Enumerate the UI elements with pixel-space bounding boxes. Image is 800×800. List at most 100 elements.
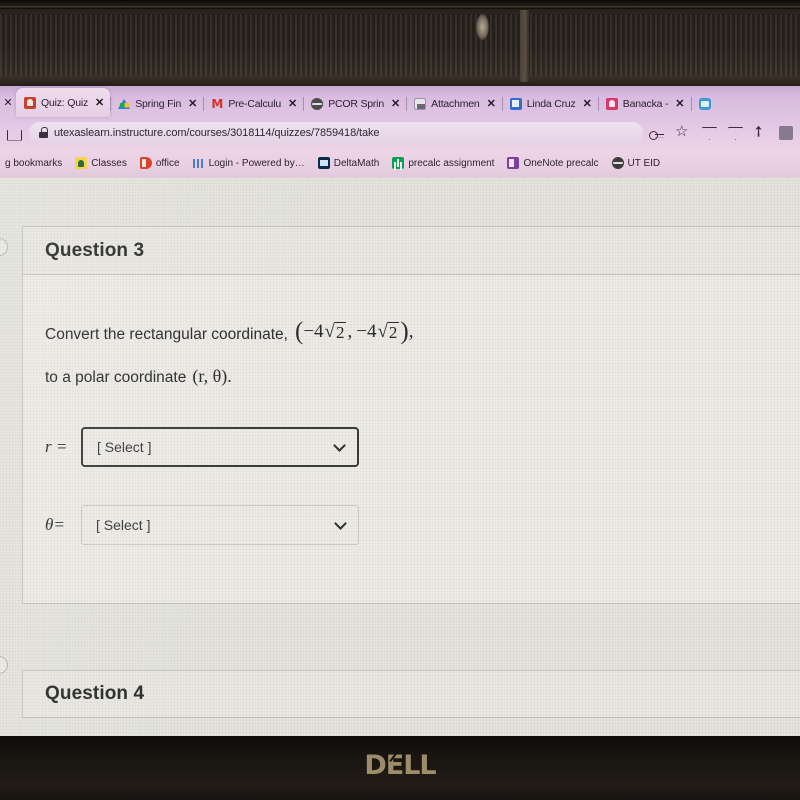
- offscreen-tab-close-icon[interactable]: ✕: [0, 89, 16, 117]
- canvas-icon: [24, 96, 36, 109]
- bezel-divider: [520, 10, 529, 82]
- microsoft-office-icon: [139, 157, 152, 169]
- radical-icon: √: [324, 321, 335, 342]
- gmail-icon: M: [211, 96, 224, 111]
- blue-doc-icon: [509, 97, 522, 110]
- tab-attachment[interactable]: Attachmen ✕: [406, 90, 502, 117]
- keyboard-texture: [0, 14, 800, 76]
- theta-select[interactable]: [ Select ]: [81, 505, 359, 545]
- bookmark-label: Login - Powered by…: [208, 157, 305, 169]
- close-icon[interactable]: ✕: [583, 97, 592, 110]
- y-coefficient: 4: [366, 321, 377, 342]
- prompt-text: Convert the rectangular coordinate,: [45, 326, 288, 343]
- tab-label: Banacka -: [622, 97, 669, 110]
- tab-divider: [203, 97, 205, 111]
- x-radicand: 2: [334, 322, 347, 342]
- teal-app-icon: [698, 97, 711, 110]
- shield-icon[interactable]: [701, 125, 716, 140]
- theta-select-value: [ Select ]: [96, 517, 151, 533]
- coordinate-comma: ,: [347, 321, 353, 342]
- y-radicand: 2: [387, 322, 400, 342]
- question-header: Question 3: [23, 227, 800, 275]
- laptop-top-bezel: [0, 0, 800, 86]
- tab-spring-final[interactable]: Spring Fin ✕: [110, 90, 203, 117]
- home-icon[interactable]: [5, 124, 23, 142]
- bookmark-deltamath[interactable]: DeltaMath: [315, 157, 383, 169]
- question-card-4: Question 4: [22, 670, 800, 718]
- close-icon[interactable]: ✕: [288, 97, 297, 110]
- tab-label: Quiz: Quiz: [41, 96, 89, 109]
- deltamath-icon: [317, 157, 330, 169]
- close-icon[interactable]: ✕: [188, 97, 197, 110]
- bookmark-label: precalc assignment: [408, 157, 495, 169]
- bookmarks-bar: g bookmarks Classes office Login - Power…: [0, 148, 800, 178]
- tab-divider: [501, 97, 503, 111]
- dell-logo-ll: LL: [403, 750, 436, 781]
- close-icon[interactable]: ✕: [391, 97, 400, 110]
- tab-precalculus[interactable]: M Pre-Calculu ✕: [203, 90, 303, 117]
- radical-icon: √: [377, 321, 388, 342]
- shield-icon[interactable]: [727, 125, 742, 140]
- bookmark-onenote-precalc[interactable]: OneNote precalc: [504, 157, 601, 169]
- bookmark-classes[interactable]: Classes: [72, 157, 130, 169]
- tab-label: Linda Cruz: [526, 97, 576, 110]
- question-body: Convert the rectangular coordinate, ( − …: [23, 275, 800, 603]
- light-reflection: [476, 14, 489, 40]
- question-flag-marker-next[interactable]: [0, 656, 8, 674]
- globe-icon: [311, 97, 324, 110]
- r-label: r =: [45, 437, 68, 456]
- theta-label: θ=: [45, 515, 65, 534]
- ut-eid-icon: [611, 157, 624, 169]
- tab-label: PCOR Sprin: [328, 97, 384, 110]
- pin-icon[interactable]: [753, 125, 768, 140]
- bookmark-precalc-assignment[interactable]: precalc assignment: [389, 157, 497, 169]
- laptop-bottom-bezel: DELL: [0, 736, 800, 800]
- google-sheets-icon: [392, 157, 405, 169]
- pink-canvas-icon: [605, 97, 618, 110]
- address-bar-row: utexaslearn.instructure.com/courses/3018…: [0, 117, 800, 148]
- dell-logo: DELL: [0, 750, 800, 781]
- toolbar-icons: [649, 122, 795, 140]
- url-text: utexaslearn.instructure.com/courses/3018…: [54, 126, 380, 139]
- close-icon[interactable]: ✕: [95, 96, 104, 109]
- theta-field-row: θ= [ Select ]: [45, 505, 800, 545]
- tab-divider: [690, 97, 692, 111]
- tab-linda-cruz[interactable]: Linda Cruz ✕: [501, 90, 598, 117]
- bookmark-g-bookmarks[interactable]: g bookmarks: [2, 158, 65, 169]
- browser-chrome: ✕ Quiz: Quiz ✕ Spring Fin ✕ M Pre-Calcul…: [0, 86, 800, 178]
- r-select[interactable]: [ Select ]: [81, 427, 359, 467]
- chevron-down-icon: [333, 439, 346, 452]
- bookmark-login[interactable]: Login - Powered by…: [190, 157, 308, 169]
- close-icon[interactable]: ✕: [487, 97, 496, 110]
- tab-pcor-spring[interactable]: PCOR Sprin ✕: [303, 90, 406, 117]
- quiz-page: Question 3 Convert the rectangular coord…: [0, 178, 800, 736]
- page-title: Question 3: [45, 239, 145, 261]
- bookmark-ut-eid[interactable]: UT EID: [609, 157, 664, 169]
- question-flag-marker[interactable]: [0, 238, 8, 256]
- question-card-3: Question 3 Convert the rectangular coord…: [22, 226, 800, 604]
- bookmark-office[interactable]: office: [137, 157, 183, 169]
- tab-partial-offscreen[interactable]: [690, 90, 717, 117]
- tab-quiz[interactable]: Quiz: Quiz ✕: [16, 88, 111, 117]
- bookmark-label: UT EID: [627, 157, 661, 169]
- address-bar[interactable]: utexaslearn.instructure.com/courses/3018…: [29, 122, 643, 143]
- tab-label: Attachmen: [431, 97, 480, 110]
- tab-divider: [110, 97, 112, 111]
- r-select-value: [ Select ]: [97, 439, 152, 455]
- key-icon[interactable]: [649, 125, 664, 140]
- dell-logo-d: D: [364, 750, 386, 781]
- dell-logo-e: E: [385, 750, 404, 781]
- bookmark-label: OneNote precalc: [523, 157, 599, 169]
- tab-banacka[interactable]: Banacka - ✕: [597, 90, 691, 117]
- bookmark-label: DeltaMath: [333, 157, 380, 169]
- google-classroom-icon: [75, 157, 88, 169]
- polar-coordinate-pair: (r, θ).: [192, 366, 232, 386]
- prompt-tail-text: to a polar coordinate: [45, 369, 187, 386]
- extension-icon[interactable]: [779, 125, 793, 140]
- star-icon[interactable]: [675, 122, 690, 140]
- tab-strip: ✕ Quiz: Quiz ✕ Spring Fin ✕ M Pre-Calcul…: [0, 86, 800, 117]
- next-question-title: Question 4: [45, 683, 145, 704]
- question-prompt-line-1: Convert the rectangular coordinate, ( − …: [45, 319, 800, 344]
- onenote-icon: [507, 157, 520, 169]
- close-icon[interactable]: ✕: [675, 97, 684, 110]
